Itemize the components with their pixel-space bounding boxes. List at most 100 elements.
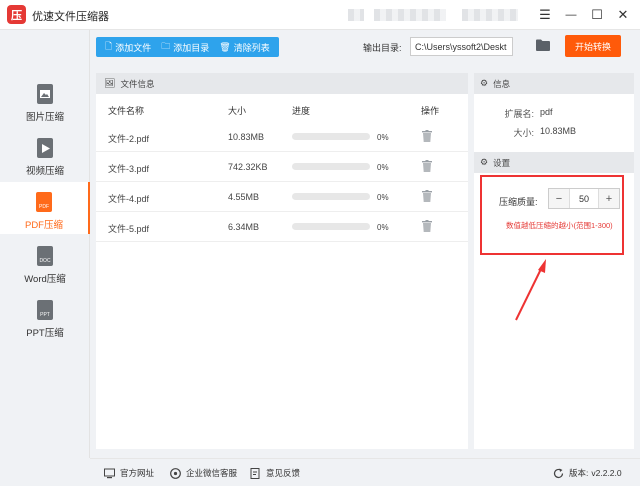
file-actions-group: 🗋 添加文件 🗀 添加目录 🗑 清除列表 <box>96 37 279 57</box>
version-info: 版本: v2.2.2.0 <box>553 467 622 479</box>
file-size: 742.32KB <box>228 162 268 172</box>
file-name: 文件-4.pdf <box>108 194 150 204</box>
sidebar-item-label: 图片压缩 <box>25 112 64 123</box>
settings-header: ⚙ 设置 <box>474 152 634 173</box>
menu-icon[interactable]: ☰ <box>534 4 556 26</box>
folder-outline-icon: 🗀 <box>161 41 171 51</box>
title-bar: 压 优速文件压缩器 ☰ — ☐ ✕ <box>0 0 640 30</box>
table-header: 文件名称 大小 进度 操作 <box>96 94 468 122</box>
gear-icon: ⚙ <box>480 78 489 88</box>
decrement-button[interactable]: − <box>549 189 569 208</box>
sidebar: 图片压缩 视频压缩 PDF PDF压缩 DOC Word压缩 PPT PPT压缩 <box>0 30 90 458</box>
website-link[interactable]: 官方网址 <box>104 467 154 479</box>
feedback-label: 意见反馈 <box>266 468 301 478</box>
sidebar-item-image-compress[interactable]: 图片压缩 <box>0 74 90 126</box>
progress-bar <box>292 133 370 140</box>
file-size: 4.55MB <box>228 192 260 202</box>
table-row[interactable]: 文件-2.pdf 10.83MB 0% <box>96 122 468 152</box>
size-label: 大小: <box>513 128 534 138</box>
minimize-button[interactable]: — <box>560 4 582 26</box>
file-info-header: 🖼 文件信息 <box>96 73 468 94</box>
settings-title: 设置 <box>493 157 511 168</box>
progress-bar <box>292 193 370 200</box>
sidebar-item-pdf-compress[interactable]: PDF PDF压缩 <box>0 182 90 234</box>
ppt-file-icon: PPT <box>37 300 53 320</box>
progress-bar <box>292 223 370 230</box>
file-icon: 🗋 <box>105 41 113 51</box>
version-value: v2.2.2.0 <box>591 468 622 478</box>
doc-file-icon: DOC <box>37 246 53 266</box>
output-dir-input[interactable] <box>410 37 513 56</box>
quality-hint: 数值越低压缩的越小(范围1-300) <box>506 221 613 230</box>
sidebar-item-video-compress[interactable]: 视频压缩 <box>0 128 90 180</box>
sidebar-item-ppt-compress[interactable]: PPT PPT压缩 <box>0 290 90 342</box>
file-name: 文件-2.pdf <box>108 134 150 144</box>
feedback-icon <box>250 467 260 479</box>
sidebar-item-word-compress[interactable]: DOC Word压缩 <box>0 236 90 288</box>
monitor-icon <box>104 468 115 478</box>
quality-stepper[interactable]: − 50 + <box>548 188 620 209</box>
output-dir-label: 输出目录: <box>363 43 402 53</box>
delete-icon[interactable] <box>422 130 432 142</box>
info-header: ⚙ 信息 <box>474 73 634 94</box>
website-label: 官方网址 <box>120 468 155 478</box>
sidebar-item-label: Word压缩 <box>24 274 66 285</box>
sidebar-item-label: PPT压缩 <box>26 328 64 339</box>
start-convert-button[interactable]: 开始转换 <box>565 35 621 57</box>
feedback-link[interactable]: 意见反馈 <box>250 467 300 479</box>
info-title: 信息 <box>493 78 511 89</box>
col-name: 文件名称 <box>108 106 145 116</box>
increment-button[interactable]: + <box>599 189 619 208</box>
progress-text: 0% <box>377 163 389 172</box>
blurred-avatar <box>348 9 364 21</box>
table-row[interactable]: 文件-5.pdf 6.34MB 0% <box>96 212 468 242</box>
settings-highlight-box: 压缩质量: − 50 + 数值越低压缩的越小(范围1-300) <box>480 175 624 255</box>
table-row[interactable]: 文件-4.pdf 4.55MB 0% <box>96 182 468 212</box>
app-title: 优速文件压缩器 <box>32 11 109 23</box>
info-extension: 扩展名: pdf <box>474 103 634 122</box>
info-size: 大小: 10.83MB <box>474 122 634 141</box>
progress-bar <box>292 163 370 170</box>
trash-icon: 🗑 <box>219 41 231 52</box>
ext-label: 扩展名: <box>504 109 534 119</box>
refresh-icon <box>553 468 564 478</box>
file-info-panel: 🖼 文件信息 文件名称 大小 进度 操作 文件-2.pdf 10.83MB 0%… <box>96 73 468 449</box>
app-logo: 压 <box>7 5 26 24</box>
footer-bar: 官方网址 企业微信客服 意见反馈 版本: v2.2.2.0 <box>90 458 640 486</box>
file-size: 10.83MB <box>228 132 265 142</box>
file-size: 6.34MB <box>228 222 260 232</box>
gear-icon: ⚙ <box>480 157 489 167</box>
clear-list-label: 清除列表 <box>233 42 270 53</box>
sidebar-item-label: PDF压缩 <box>24 220 63 231</box>
delete-icon[interactable] <box>422 220 432 232</box>
delete-icon[interactable] <box>422 160 432 172</box>
image-icon: 🖼 <box>104 78 116 88</box>
clear-list-button[interactable]: 🗑 清除列表 <box>214 37 274 57</box>
add-directory-label: 添加目录 <box>173 42 210 53</box>
toolbar: 🗋 添加文件 🗀 添加目录 🗑 清除列表 输出目录: 开始转换 <box>90 30 640 64</box>
progress-text: 0% <box>377 193 389 202</box>
progress-text: 0% <box>377 133 389 142</box>
maximize-button[interactable]: ☐ <box>586 4 608 26</box>
delete-icon[interactable] <box>422 190 432 202</box>
image-file-icon <box>37 84 53 104</box>
table-row[interactable]: 文件-3.pdf 742.32KB 0% <box>96 152 468 182</box>
quality-label: 压缩质量: <box>499 197 538 207</box>
close-button[interactable]: ✕ <box>612 4 634 26</box>
open-folder-icon[interactable] <box>536 39 550 51</box>
add-file-button[interactable]: 🗋 添加文件 <box>100 37 156 57</box>
wechat-support-link[interactable]: 企业微信客服 <box>170 467 237 479</box>
quality-value[interactable]: 50 <box>569 189 599 208</box>
right-panel: ⚙ 信息 扩展名: pdf 大小: 10.83MB ⚙ 设置 压缩质量: − 5… <box>474 73 634 449</box>
col-progress: 进度 <box>292 106 311 116</box>
ext-value: pdf <box>540 107 553 117</box>
blurred-info <box>462 9 518 21</box>
col-action: 操作 <box>421 106 440 116</box>
pdf-file-icon: PDF <box>36 192 52 212</box>
progress-text: 0% <box>377 223 389 232</box>
blurred-username <box>374 9 446 21</box>
size-value: 10.83MB <box>540 126 577 136</box>
add-file-label: 添加文件 <box>115 42 152 53</box>
video-file-icon <box>37 138 53 158</box>
add-directory-button[interactable]: 🗀 添加目录 <box>156 37 214 57</box>
